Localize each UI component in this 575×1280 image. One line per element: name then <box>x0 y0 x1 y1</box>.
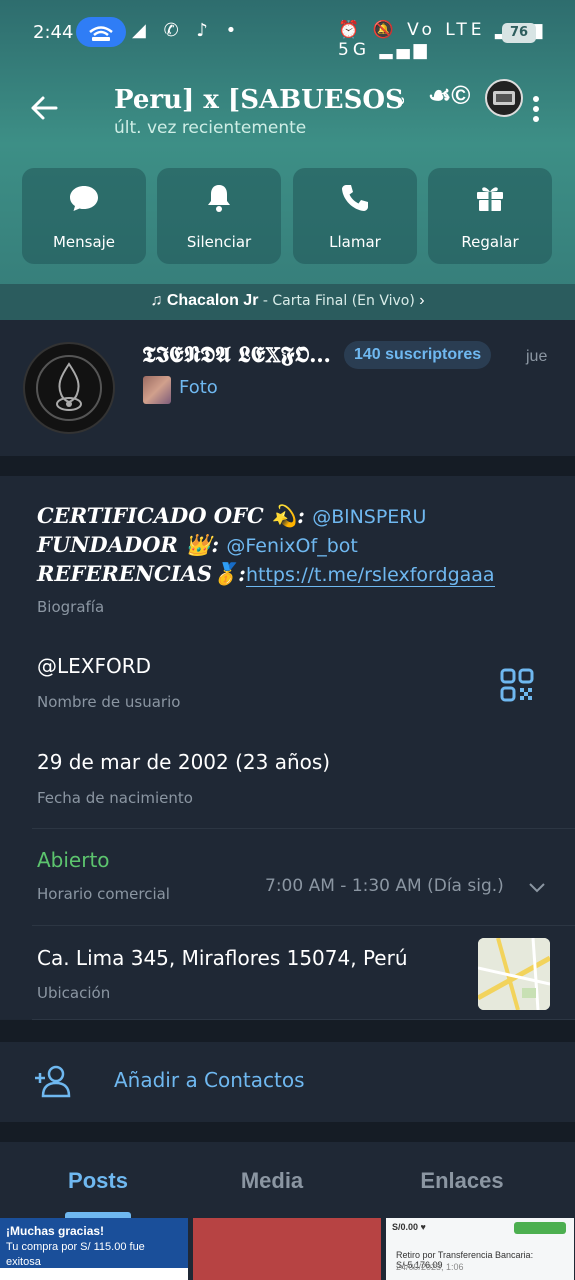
birthday-label: Fecha de nacimiento <box>37 789 193 807</box>
add-contact-label: Añadir a Contactos <box>114 1068 305 1092</box>
photo-thumbnail <box>143 376 171 404</box>
action-buttons: Mensaje Silenciar Llamar Regalar <box>22 168 554 264</box>
message-button[interactable]: Mensaje <box>22 168 146 264</box>
username-value[interactable]: @LEXFORD <box>37 654 151 678</box>
status-bar: 2:44 ◢ ✆ ♪ • ⏰ 🔕 Vo LTE ▂▄▆ 5G ▂▄▆ 76 <box>0 14 575 60</box>
business-hours-label: Horario comercial <box>37 885 170 903</box>
message-label: Mensaje <box>52 233 116 251</box>
battery-icon: 76 <box>502 23 536 43</box>
chevron-right-icon: › <box>419 292 425 309</box>
media-item[interactable] <box>193 1218 381 1280</box>
add-contact-button[interactable]: Añadir a Contactos <box>0 1042 575 1122</box>
bio-line-3: REFERENCIAS🥇: <box>37 561 246 586</box>
gift-icon <box>474 182 506 214</box>
title-decoration: ☙© <box>428 80 471 110</box>
birthday-value: 29 de mar de 2002 (23 años) <box>37 750 331 774</box>
business-status[interactable]: Abierto <box>37 848 110 872</box>
channel-avatar <box>23 342 115 434</box>
tab-links[interactable]: Enlaces <box>382 1168 542 1194</box>
mute-button[interactable]: Silenciar <box>157 168 281 264</box>
location-label: Ubicación <box>37 984 111 1002</box>
bio-line-1: CERTIFICADO OFC 💫: <box>37 503 305 528</box>
media-item-date: 24/09/2025, 1:06 <box>396 1262 464 1272</box>
section-separator <box>0 1020 575 1042</box>
more-options-icon[interactable] <box>528 96 544 126</box>
qr-code-icon[interactable] <box>500 668 534 702</box>
bio: CERTIFICADO OFC 💫: @BlNSPERU FUNDADOR 👑:… <box>37 502 557 589</box>
section-separator <box>0 1122 575 1142</box>
chat-bubble-icon <box>68 182 100 214</box>
gift-button[interactable]: Regalar <box>428 168 552 264</box>
phone-icon <box>339 182 371 214</box>
music-artist: Chacalon Jr <box>166 292 259 309</box>
bell-icon <box>203 182 235 214</box>
chevron-down-icon[interactable] <box>528 880 546 894</box>
hotspot-icon <box>76 17 126 47</box>
avatar[interactable] <box>485 79 523 117</box>
business-hours-value[interactable]: 7:00 AM - 1:30 AM (Día sig.) <box>265 876 504 896</box>
channel-name: 𝕿𝕴𝕰𝕹𝕯𝕬 𝕷𝕰𝕏𝕱𝕺𝕽𝕯 <box>142 342 338 368</box>
bio-line-2: FUNDADOR 👑: <box>37 532 220 557</box>
address-value[interactable]: Ca. Lima 345, Miraflores 15074, Perú <box>37 946 408 970</box>
linked-channel-card[interactable]: 𝕿𝕴𝕰𝕹𝕯𝕬 𝕷𝕰𝕏𝕱𝕺𝕽𝕯 140 suscriptores jue Foto <box>0 320 575 456</box>
last-seen-status: últ. vez recientemente <box>114 118 307 138</box>
tab-posts[interactable]: Posts <box>18 1168 178 1194</box>
media-item-amount: S/0.00 ♥ <box>392 1222 426 1232</box>
subscribers-badge: 140 suscriptores <box>344 341 492 369</box>
mute-label: Silenciar <box>186 233 252 251</box>
divider <box>32 828 575 829</box>
channel-timestamp: jue <box>526 348 548 365</box>
media-item[interactable]: S/0.00 ♥ Retiro por Transferencia Bancar… <box>386 1218 574 1280</box>
music-song: - Carta Final (En Vivo) <box>262 293 415 309</box>
back-arrow-icon[interactable] <box>28 92 60 124</box>
music-status-bar[interactable]: ♫ Chacalon Jr - Carta Final (En Vivo) › <box>0 284 575 320</box>
bio-link-referencias[interactable]: https://t.me/rslexfordgaaa <box>245 564 495 587</box>
username-label: Nombre de usuario <box>37 693 181 711</box>
bio-link-fundador[interactable]: @FenixOf_bot <box>226 535 357 557</box>
music-note-icon: ♫ <box>150 292 167 309</box>
chat-header: 2:44 ◢ ✆ ♪ • ⏰ 🔕 Vo LTE ▂▄▆ 5G ▂▄▆ 76 Pe… <box>0 0 575 320</box>
call-label: Llamar <box>329 233 381 251</box>
section-separator <box>0 456 575 476</box>
profile-info-section: CERTIFICADO OFC 💫: @BlNSPERU FUNDADOR 👑:… <box>0 476 575 1019</box>
map-thumbnail[interactable] <box>478 938 550 1010</box>
call-button[interactable]: Llamar <box>293 168 417 264</box>
media-item[interactable]: ¡Muchas gracias! Tu compra por S/ 115.00… <box>0 1218 188 1280</box>
bio-label: Biografía <box>37 598 105 616</box>
deposit-badge <box>514 1222 566 1234</box>
media-item-title: ¡Muchas gracias! <box>6 1224 105 1238</box>
media-grid: ¡Muchas gracias! Tu compra por S/ 115.00… <box>0 1218 575 1280</box>
media-tabs: Posts Media Enlaces ¡Muchas gracias! Tu … <box>0 1142 575 1280</box>
status-time: 2:44 <box>33 22 74 43</box>
add-user-icon <box>34 1064 72 1098</box>
system-status-icons: ⏰ 🔕 Vo LTE ▂▄▆ 5G ▂▄▆ <box>338 20 547 60</box>
tab-media[interactable]: Media <box>192 1168 352 1194</box>
chat-title[interactable]: Peru] x [SABUESOS]꙰ʔ <box>114 80 404 116</box>
media-item-text: Tu compra por S/ 115.00 fue exitosa <box>6 1241 145 1268</box>
gift-label: Regalar <box>461 233 519 251</box>
bio-link-certificado[interactable]: @BlNSPERU <box>312 506 426 528</box>
last-message-preview: Foto <box>179 377 218 398</box>
notification-icons: ◢ ✆ ♪ • <box>132 20 243 41</box>
divider <box>32 925 575 926</box>
